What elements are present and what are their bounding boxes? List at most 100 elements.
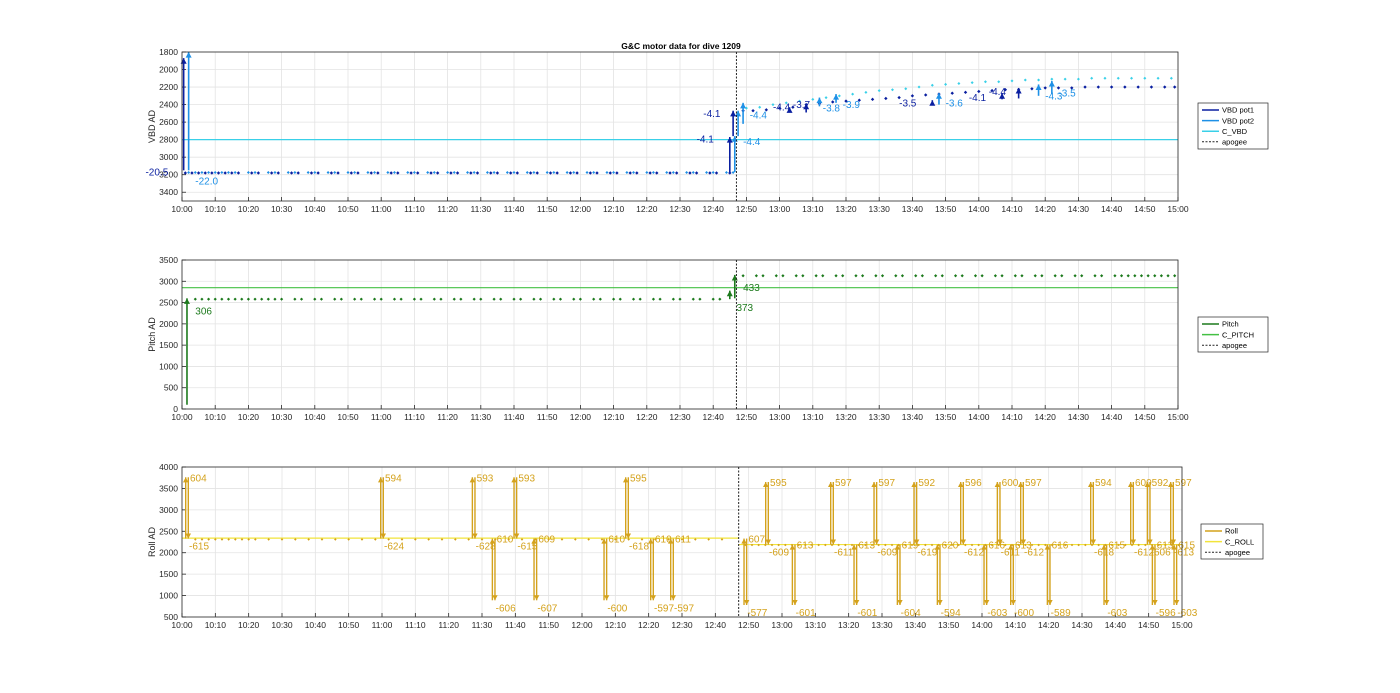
y-tick-label: 3000 (159, 152, 178, 162)
y-tick-label: 2200 (159, 82, 178, 92)
x-tick-label: 13:20 (835, 412, 857, 422)
legend: PitchC_PITCHapogee (1197, 316, 1269, 353)
y-axis-label: Pitch AD (147, 317, 157, 352)
figure: G&C motor data for dive 1209 10:00 10:10 1… (145, 41, 1269, 630)
x-tick-label: 14:20 (1035, 204, 1057, 214)
legend-label: apogee (1222, 138, 1247, 147)
roll-event-label-bottom: -612 (964, 548, 984, 559)
x-tick-label: 10:50 (338, 620, 360, 630)
x-tick-label: 12:20 (638, 620, 660, 630)
pitch-event-label: 433 (743, 283, 760, 294)
roll-event-label-top: 593 (477, 473, 494, 484)
roll-event-label-bottom: -612 (1024, 548, 1044, 559)
y-tick-label: 2000 (159, 65, 178, 75)
x-tick-label: 12:40 (703, 204, 725, 214)
vbd-event-label: -3.5 (1058, 89, 1076, 100)
y-tick-label: 3500 (159, 255, 178, 265)
roll-event-label-bottom: -611 (834, 548, 854, 559)
x-tick-label: 10:50 (337, 204, 359, 214)
x-tick-label: 13:30 (869, 204, 891, 214)
x-tick-label: 13:10 (805, 620, 827, 630)
x-tick-label: 12:10 (603, 412, 625, 422)
roll-event-label-top: 620 (942, 541, 959, 552)
x-tick-label: 12:00 (570, 204, 592, 214)
pitch-event-label: 373 (736, 303, 753, 314)
y-tick-label: 2000 (159, 548, 178, 558)
legend: VBD pot1VBD pot2 C_VBDapogee (1197, 102, 1269, 150)
roll-event-label-top: 615 (1108, 541, 1125, 552)
legend-label: apogee (1222, 341, 1247, 350)
x-tick-label: 11:20 (437, 204, 458, 214)
x-tick-label: 14:00 (968, 204, 990, 214)
x-tick-label: 11:00 (372, 620, 393, 630)
x-tick-label: 10:20 (238, 620, 260, 630)
x-tick-label: 12:10 (603, 204, 625, 214)
x-tick-label: 10:50 (337, 412, 359, 422)
y-axis-label: Roll AD (147, 526, 157, 557)
x-tick-label: 12:00 (570, 412, 592, 422)
x-tick-label: 14:20 (1035, 412, 1057, 422)
roll-event-label-top: 609 (538, 535, 555, 546)
x-tick-label: 12:50 (738, 620, 760, 630)
x-tick-label: 15:00 (1167, 204, 1189, 214)
x-tick-label: 11:50 (537, 412, 558, 422)
y-tick-label: 0 (173, 404, 178, 414)
legend-label: C_ROLL (1225, 537, 1254, 546)
x-tick-label: 14:50 (1138, 620, 1160, 630)
x-tick-label: 14:50 (1134, 204, 1156, 214)
y-tick-label: 2500 (159, 298, 178, 308)
y-tick-label: 2000 (159, 319, 178, 329)
vbd-event-label: -3.7 (793, 100, 811, 111)
x-tick-label: 11:50 (537, 204, 558, 214)
x-tick-label: 11:00 (371, 412, 392, 422)
roll-event-label-top: 597 (835, 478, 852, 489)
x-tick-label: 10:10 (205, 620, 227, 630)
x-tick-label: 13:30 (871, 620, 893, 630)
x-tick-label: 15:00 (1167, 412, 1189, 422)
y-tick-label: 1800 (159, 47, 178, 57)
x-tick-label: 11:20 (438, 620, 459, 630)
x-tick-label: 10:20 (238, 204, 260, 214)
y-tick-label: 2600 (159, 117, 178, 127)
y-tick-label: 3000 (159, 276, 178, 286)
x-tick-label: 11:00 (371, 204, 392, 214)
roll-event-label-top: 611 (675, 535, 691, 546)
roll-event-label-top: 592 (1152, 478, 1169, 489)
x-tick-label: 14:10 (1001, 412, 1023, 422)
roll-event-label-top: 592 (918, 478, 935, 489)
x-tick-label: 11:40 (505, 620, 526, 630)
x-tick-label: 12:40 (705, 620, 727, 630)
x-tick-label: 11:30 (472, 620, 493, 630)
legend-label: VBD pot1 (1222, 106, 1254, 115)
vbd-event-label: -4.1 (969, 93, 987, 104)
y-tick-label: 1500 (159, 569, 178, 579)
x-tick-label: 12:00 (571, 620, 593, 630)
x-tick-label: 14:30 (1068, 204, 1090, 214)
x-tick-label: 10:40 (305, 620, 327, 630)
y-tick-label: 500 (164, 383, 178, 393)
x-tick-label: 10:40 (304, 204, 326, 214)
x-tick-label: 13:50 (935, 204, 957, 214)
roll-event-label-top: 596 (965, 478, 982, 489)
roll-event-label-bottom: -600 (607, 603, 627, 614)
vbd-event-label: -3.9 (843, 100, 861, 111)
x-tick-label: 12:40 (703, 412, 725, 422)
legend: RollC_ROLLapogee (1200, 523, 1264, 560)
roll-event-label-bottom: -607 (537, 603, 557, 614)
x-tick-label: 12:50 (736, 412, 758, 422)
x-tick-label: 11:30 (470, 412, 491, 422)
roll-event-label-bottom: -597 (674, 603, 694, 614)
roll-event-label-top: 613 (858, 541, 875, 552)
x-tick-label: 14:40 (1101, 412, 1123, 422)
x-tick-label: 12:20 (636, 412, 658, 422)
x-tick-label: 13:20 (838, 620, 860, 630)
y-tick-label: 500 (164, 612, 178, 622)
y-tick-label: 4000 (159, 462, 178, 472)
x-tick-label: 15:00 (1171, 620, 1193, 630)
roll-event-label-bottom: -609 (877, 548, 897, 559)
x-tick-label: 14:00 (968, 412, 990, 422)
x-tick-label: 13:50 (935, 412, 957, 422)
x-tick-label: 11:40 (504, 204, 525, 214)
vbd-panel: 10:00 10:10 10:20 10:30 10:40 10:50 11:00 11:10… (145, 47, 1269, 214)
x-tick-label: 10:40 (304, 412, 326, 422)
